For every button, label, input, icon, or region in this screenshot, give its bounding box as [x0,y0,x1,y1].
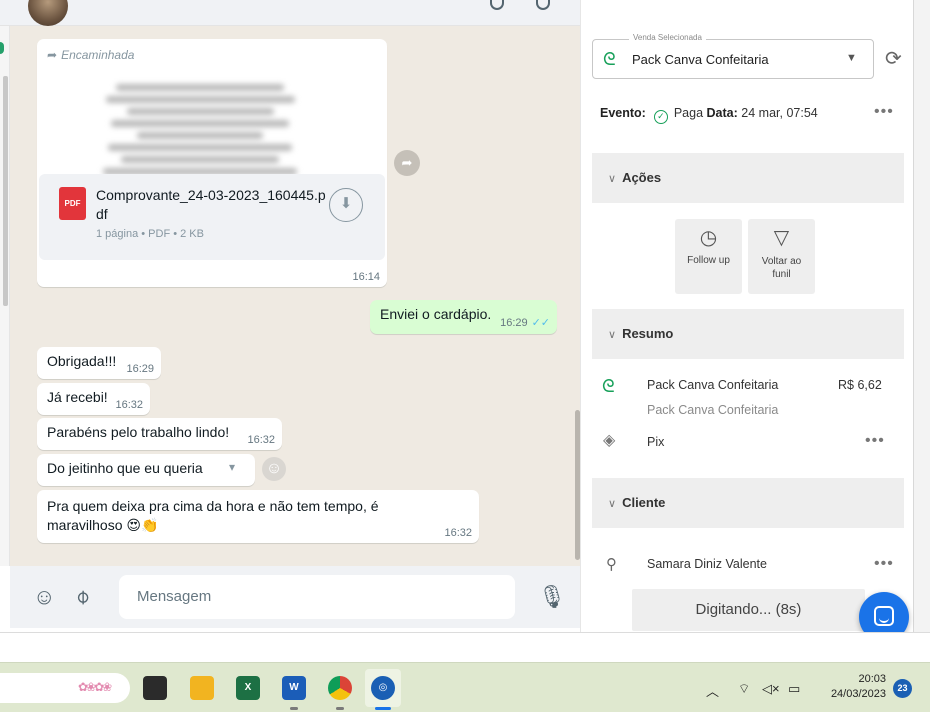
left-column-edge [0,26,10,566]
chevron-up-icon[interactable]: ︿ [706,681,719,700]
section-acoes[interactable]: ∨ Ações [592,153,904,203]
download-icon[interactable]: ⬇ [329,188,363,222]
scrollbar[interactable] [3,76,8,306]
notification-badge[interactable]: 23 [893,679,912,698]
page-margin [914,0,930,632]
resumo-product-subtitle: Pack Canva Confeitaria [647,403,779,417]
document-preview [95,79,305,175]
microphone-icon[interactable]: 🎙 [538,584,566,610]
document-name: Comprovante_24-03-2023_160445.pdf [96,187,326,222]
word-icon[interactable]: W [282,676,306,700]
file-icon[interactable] [143,676,167,700]
client-name: Samara Diniz Valente [647,557,767,571]
evento-row: Evento: ✓ Paga Data: 24 mar, 07:54 [600,106,818,124]
unread-indicator [0,42,4,54]
app-active-indicator [375,707,391,710]
more-options-icon[interactable]: ••• [865,432,885,450]
chevron-down-icon: ∨ [608,329,617,341]
forwarded-label: ➦ Encaminhada [47,48,135,62]
venda-select-value: Pack Canva Confeitaria [632,52,769,67]
crm-side-panel: Venda Selecionada ᘓ Pack Canva Confeitar… [580,0,914,632]
react-emoji-icon[interactable]: ☺ [262,457,286,481]
pdf-icon: PDF [59,187,86,220]
product-logo-icon: ᘓ [602,376,615,396]
message-input[interactable]: Mensagem [119,575,515,619]
more-options-icon[interactable]: ••• [874,555,894,573]
incoming-message[interactable]: Do jeitinho que eu queria ▾ [37,454,255,486]
follow-up-button[interactable]: ◷ Follow up [675,219,742,294]
contact-avatar[interactable] [28,0,68,26]
read-checkmarks-icon: ✓✓ [531,317,550,329]
payment-method: Pix [647,435,665,449]
search-icon[interactable] [490,0,504,10]
chat-area: ➦ Encaminhada PDF Comprovante_24-03-2023… [10,26,580,566]
voltar-ao-funil-button[interactable]: ▽ Voltar ao funil [748,219,815,294]
app-running-indicator [290,707,298,710]
chat-header [0,0,580,26]
document-meta: 1 página • PDF • 2 KB [96,228,204,240]
incoming-message[interactable]: Parabéns pelo trabalho lindo! 16:32 [37,418,282,450]
forward-icon: ➦ [47,48,58,62]
wifi-icon[interactable]: ⌔ [738,681,750,697]
message-composer: ☺ ⌀ Mensagem 🎙 [10,566,580,628]
page-footer [0,632,930,662]
file-explorer-icon[interactable] [190,676,214,700]
incoming-message[interactable]: Obrigada!!! 16:29 [37,347,161,379]
message-time: 16:14 [352,271,380,283]
speaker-muted-icon[interactable]: ◁× [762,681,780,697]
outgoing-message[interactable]: Enviei o cardápio. 16:29 ✓✓ [370,300,557,334]
emoji-icon[interactable]: ☺ [33,584,55,610]
message-options-chevron-icon[interactable]: ▾ [229,460,235,474]
pix-icon: ◈ [603,432,616,449]
app-running-indicator [336,707,344,710]
battery-icon[interactable]: ▭ [788,681,800,697]
typing-status-button[interactable]: Digitando... (8s) [632,589,865,631]
app-icon[interactable]: ◎ [371,676,395,700]
chevron-down-icon: ∨ [608,173,617,185]
clock-icon: ◷ [699,227,718,249]
taskbar-search[interactable] [0,673,130,703]
funnel-icon: ▽ [773,227,790,249]
forwarded-document-message[interactable]: ➦ Encaminhada PDF Comprovante_24-03-2023… [37,39,387,287]
incoming-message[interactable]: Já recebi! 16:32 [37,383,150,415]
incoming-message[interactable]: Pra quem deixa pra cima da hora e não te… [37,490,479,543]
share-icon[interactable]: ➦ [394,150,420,176]
product-logo-icon: ᘓ [603,49,616,69]
chat-bubble-icon [874,606,894,626]
excel-icon[interactable]: X [236,676,260,700]
system-clock[interactable]: 20:03 24/03/2023 [818,672,886,702]
document-card[interactable]: PDF Comprovante_24-03-2023_160445.pdf 1 … [39,174,385,260]
venda-select-label: Venda Selecionada [629,33,706,42]
user-icon: ⚲ [606,556,617,573]
section-resumo[interactable]: ∨ Resumo [592,309,904,359]
venda-select[interactable]: Venda Selecionada ᘓ Pack Canva Confeitar… [592,33,874,79]
chevron-down-icon: ▼ [846,52,857,64]
attach-icon[interactable]: ⌀ [69,583,95,609]
section-cliente[interactable]: ∨ Cliente [592,478,904,528]
chrome-icon[interactable] [328,676,352,700]
windows-taskbar: ✿❀✿❀ X W ◎ ︿ ⌔ ◁× ▭ 20:03 24/03/2023 23 [0,662,930,712]
resumo-price: R$ 6,62 [838,378,882,392]
more-options-icon[interactable]: ••• [874,103,894,121]
resumo-product-name: Pack Canva Confeitaria [647,378,779,392]
check-circle-icon: ✓ [653,110,668,124]
cherry-blossom-icon: ✿❀✿❀ [78,680,112,694]
refresh-icon[interactable]: ⟳ [885,46,902,71]
menu-icon[interactable] [536,0,550,10]
chevron-down-icon: ∨ [608,498,617,510]
